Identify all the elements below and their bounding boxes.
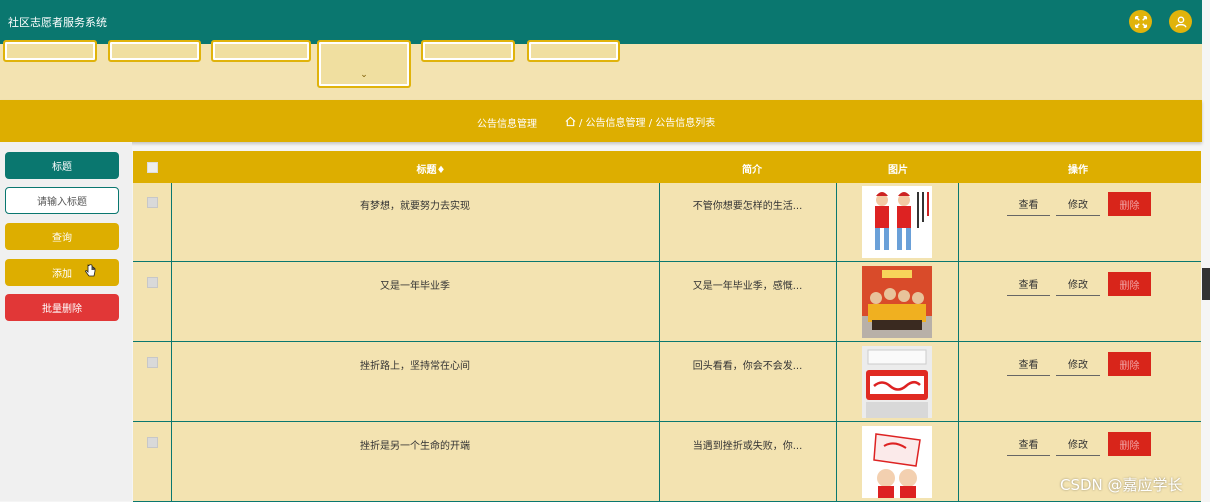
table-header: 标题♦ 简介 图片 操作 — [133, 151, 1201, 183]
row-summary: 回头看看，你会不会发... — [692, 361, 803, 372]
table-row: 有梦想，就要努力去实现 不管你想要怎样的生活... 查看 修改 删除 — [133, 183, 1201, 262]
row-image — [862, 266, 932, 338]
row-title: 有梦想，就要努力去实现 — [360, 201, 470, 212]
view-button[interactable]: 查看 — [1007, 432, 1050, 456]
table-row: 挫折路上，坚持常在心间 回头看看，你会不会发... 查看 修改 删除 — [133, 343, 1201, 422]
row-image — [862, 186, 932, 258]
nav-tile[interactable] — [527, 40, 620, 62]
nav-tile[interactable] — [421, 40, 515, 62]
view-button[interactable]: 查看 — [1007, 192, 1050, 216]
row-title: 挫折路上，坚持常在心间 — [360, 361, 470, 372]
top-bar: 社区志愿者服务系统 — [0, 0, 1202, 44]
query-button[interactable]: 查询 — [5, 223, 119, 250]
title-search-input[interactable]: 请输入标题 — [5, 187, 119, 214]
chevron-down-icon: ⌄ — [360, 70, 368, 80]
delete-button[interactable]: 删除 — [1108, 432, 1151, 456]
row-checkbox[interactable] — [147, 277, 158, 288]
edit-button[interactable]: 修改 — [1056, 352, 1100, 376]
edit-button[interactable]: 修改 — [1056, 272, 1100, 296]
user-button[interactable] — [1169, 10, 1192, 33]
title-filter-label: 标题 — [5, 152, 119, 179]
row-image — [862, 346, 932, 418]
user-icon — [1174, 15, 1187, 28]
row-checkbox[interactable] — [147, 197, 158, 208]
view-button[interactable]: 查看 — [1007, 272, 1050, 296]
home-icon[interactable] — [565, 116, 576, 127]
row-title: 挫折是另一个生命的开端 — [360, 441, 470, 452]
nav-tile[interactable] — [3, 40, 97, 62]
row-checkbox[interactable] — [147, 437, 158, 448]
row-checkbox[interactable] — [147, 357, 158, 368]
select-all-checkbox[interactable] — [147, 162, 158, 173]
search-panel: 标题 请输入标题 查询 添加 批量删除 — [0, 142, 132, 501]
nav-tile[interactable] — [108, 40, 201, 62]
row-summary: 不管你想要怎样的生活... — [692, 201, 803, 212]
row-image — [862, 426, 932, 498]
breadcrumb-bar: 公告信息管理 / 公告信息管理 / 公告信息列表 — [0, 100, 1202, 142]
row-title: 又是一年毕业季 — [380, 281, 450, 292]
edit-button[interactable]: 修改 — [1056, 432, 1100, 456]
delete-button[interactable]: 删除 — [1108, 192, 1151, 216]
view-button[interactable]: 查看 — [1007, 352, 1050, 376]
expand-arrows-icon — [1134, 15, 1147, 28]
nav-menu: ⌄ — [0, 40, 1202, 100]
page-title: 公告信息管理 — [477, 119, 537, 130]
batch-delete-button[interactable]: 批量删除 — [5, 294, 119, 321]
breadcrumb: / 公告信息管理 / 公告信息列表 — [565, 114, 715, 129]
row-summary: 当遇到挫折或失败，你... — [692, 441, 803, 452]
column-header-summary: 简介 — [742, 165, 762, 176]
delete-button[interactable]: 删除 — [1108, 272, 1151, 296]
edit-button[interactable]: 修改 — [1056, 192, 1100, 216]
column-header-actions: 操作 — [1068, 165, 1088, 176]
watermark: CSDN @嘉应学长 — [1060, 476, 1183, 494]
hand-cursor-icon — [85, 264, 96, 277]
delete-button[interactable]: 删除 — [1108, 352, 1151, 376]
table-row: 挫折是另一个生命的开端 当遇到挫折或失败，你... 查看 修改 删除 — [133, 423, 1201, 502]
nav-tile-active[interactable]: ⌄ — [317, 40, 411, 88]
nav-tile[interactable] — [211, 40, 311, 62]
column-header-title[interactable]: 标题♦ — [391, 161, 471, 176]
row-summary: 又是一年毕业季，感慨... — [692, 281, 803, 292]
add-button[interactable]: 添加 — [5, 259, 119, 286]
notice-table: 标题♦ 简介 图片 操作 有梦想，就要努力去实现 不管你想要怎样的生活... 查… — [133, 151, 1201, 502]
column-header-image: 图片 — [888, 165, 908, 176]
app-title: 社区志愿者服务系统 — [8, 16, 107, 29]
breadcrumb-path: / 公告信息管理 / 公告信息列表 — [579, 118, 716, 129]
scroll-handle[interactable] — [1202, 268, 1210, 300]
fullscreen-button[interactable] — [1129, 10, 1152, 33]
table-row: 又是一年毕业季 又是一年毕业季，感慨... 查看 修改 删除 — [133, 263, 1201, 342]
